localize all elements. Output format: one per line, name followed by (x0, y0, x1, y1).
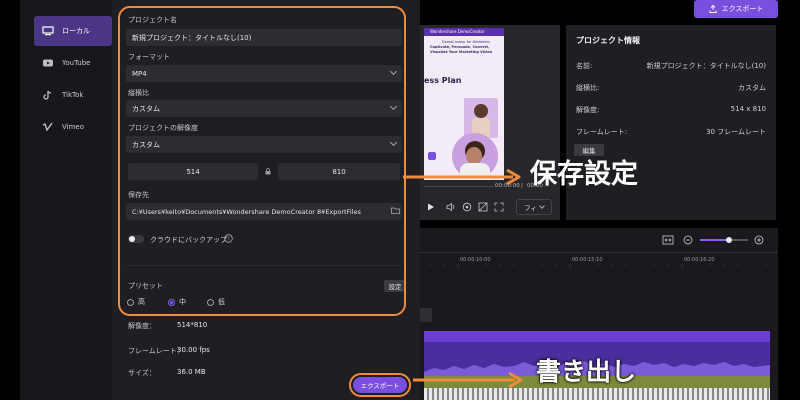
annotation-arrow-right-icon (413, 371, 523, 389)
fit-timeline-icon[interactable] (662, 235, 674, 245)
nav-item-label: Vimeo (62, 123, 84, 131)
info-name-label: 名前: (576, 62, 593, 70)
nav-item-vimeo[interactable]: Vimeo (34, 112, 112, 142)
preview-headline: Captivate, Persuade, Convert, Visualize … (430, 45, 493, 54)
export-button[interactable]: エクスポート (353, 377, 407, 393)
nav-item-label: YouTube (62, 59, 91, 67)
preview-chat-icon (428, 152, 436, 160)
annotation-arrow-right-icon (403, 168, 521, 186)
top-export-button[interactable]: エクスポート (694, 0, 778, 18)
nav-item-youtube[interactable]: YouTube (34, 48, 112, 78)
zoom-slider-fill (700, 239, 729, 241)
top-export-label: エクスポート (721, 5, 764, 13)
info-edit-button[interactable]: 編集 (574, 144, 604, 156)
crop-icon[interactable] (478, 202, 488, 212)
chevron-down-icon (539, 203, 545, 209)
info-aspect-value: カスタム (738, 84, 766, 92)
annotation-export: 書き出し (536, 357, 637, 386)
snapshot-icon[interactable] (462, 202, 472, 212)
timeline-ruler-line (420, 252, 778, 253)
fit-label: フィ (524, 204, 537, 212)
summary-size-label: サイズ： (128, 369, 156, 377)
summary-framerate-value: 30.00 fps (177, 346, 210, 354)
preview-promo: DemoCreator for Marketers (442, 40, 490, 44)
summary-resolution-label: 解像度： (128, 322, 156, 330)
tiktok-icon (43, 90, 52, 100)
zoom-in-icon[interactable] (754, 235, 764, 245)
summary-size-value: 36.0 MB (177, 368, 206, 376)
zoom-slider[interactable] (700, 237, 748, 243)
annotation-save-settings: 保存設定 (530, 159, 638, 190)
info-framerate-label: フレームレート: (576, 128, 628, 136)
summary-framerate-label: フレームレート： (128, 347, 184, 355)
save-settings-highlight (118, 6, 406, 316)
preview-brand: Wondershare DemoCreator (430, 29, 485, 34)
vimeo-icon (42, 122, 53, 132)
summary-resolution-value: 514*810 (177, 321, 208, 329)
nav-item-label: TikTok (62, 91, 84, 99)
fit-select[interactable]: フィ (516, 199, 552, 215)
info-aspect-label: 縦横比: (576, 84, 600, 92)
export-icon (709, 5, 717, 13)
nav-item-local[interactable]: ローカル (34, 16, 112, 46)
monitor-icon (42, 26, 54, 36)
export-button-label: エクスポート (360, 382, 400, 390)
info-resolution-label: 解像度: (576, 106, 600, 114)
info-resolution-value: 514 x 810 (730, 105, 766, 113)
preview-plan-text: ess Plan (424, 76, 462, 85)
left-nav: ローカル YouTube TikTok Vimeo (20, 0, 112, 400)
project-info-panel (566, 25, 776, 220)
timeline-track-handle[interactable] (420, 308, 432, 322)
zoom-out-icon[interactable] (683, 235, 693, 245)
info-framerate-value: 30 フレームレート (706, 128, 766, 136)
preview-video-frame: Wondershare DemoCreator DemoCreator for … (424, 28, 504, 180)
info-edit-label: 編集 (582, 147, 596, 155)
youtube-icon (43, 59, 53, 67)
fullscreen-icon[interactable] (494, 202, 504, 212)
timeline-ruler-ticks (429, 263, 767, 268)
info-title: プロジェクト情報 (576, 36, 640, 45)
nav-item-label: ローカル (62, 27, 90, 35)
info-name-value: 新規プロジェクト：タイトルなし(10) (646, 62, 766, 70)
preview-person-image (464, 98, 498, 138)
volume-icon[interactable] (446, 202, 456, 212)
timeline-clip-purple[interactable] (424, 331, 770, 342)
play-icon[interactable] (427, 203, 435, 211)
nav-item-tiktok[interactable]: TikTok (34, 80, 112, 110)
zoom-slider-knob[interactable] (725, 237, 732, 243)
